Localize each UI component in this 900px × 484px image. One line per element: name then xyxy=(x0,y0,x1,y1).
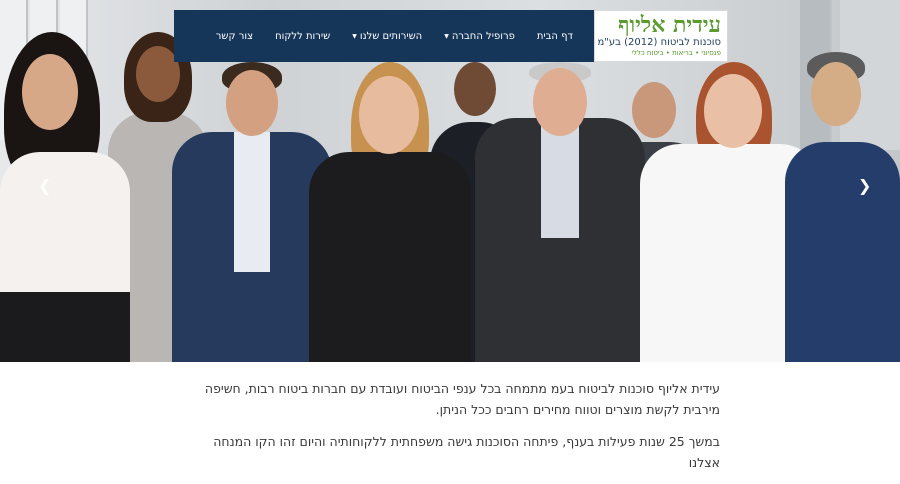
nav-item-label: צור קשר xyxy=(215,30,254,42)
person-front-4 xyxy=(475,62,645,362)
caret-down-icon: ▼ xyxy=(444,32,449,40)
caret-down-icon: ▼ xyxy=(352,32,357,40)
slider-prev-arrow[interactable]: ❮ xyxy=(38,176,51,195)
person-front-1 xyxy=(0,32,140,362)
slider-next-arrow[interactable]: ❯ xyxy=(858,176,871,195)
nav-item-label: פרופיל החברה xyxy=(451,30,515,42)
chevron-left-icon: ❮ xyxy=(38,176,52,195)
main-menu: דף הבית פרופיל החברה ▼ השירותים שלנו ▼ שיר… xyxy=(205,10,584,62)
nav-item-label: שירות ללקוח xyxy=(275,30,331,42)
about-paragraph-2: במשך 25 שנות פעילות בענף, פיתחה הסוכנות … xyxy=(213,434,720,470)
brand-logo[interactable]: עידית אליוף סוכנות לביטוח (2012) בע"מ פנ… xyxy=(594,10,728,62)
brand-name: עידית אליוף xyxy=(618,12,721,38)
brand-tagline: פנסיוני • בריאות • ביטוח כללי xyxy=(631,49,721,57)
nav-item-label: דף הבית xyxy=(536,30,573,42)
top-navbar: עידית אליוף סוכנות לביטוח (2012) בע"מ פנ… xyxy=(174,10,728,62)
nav-item-company-profile[interactable]: פרופיל החברה ▼ xyxy=(433,31,526,42)
about-paragraph-1: עידית אליוף סוכנות לביטוח בעמ מתמחה בכל … xyxy=(204,381,720,417)
chevron-right-icon: ❯ xyxy=(858,176,872,195)
person-front-3 xyxy=(295,62,485,362)
nav-item-services[interactable]: השירותים שלנו ▼ xyxy=(341,31,433,42)
nav-item-customer-service[interactable]: שירות ללקוח xyxy=(264,31,341,42)
brand-subtitle: סוכנות לביטוח (2012) בע"מ xyxy=(597,37,721,48)
nav-item-contact[interactable]: צור קשר xyxy=(205,31,264,42)
nav-item-home[interactable]: דף הבית xyxy=(526,31,584,42)
person-front-6 xyxy=(785,52,900,362)
nav-item-label: השירותים שלנו xyxy=(359,30,423,42)
about-content: עידית אליוף סוכנות לביטוח בעמ מתמחה בכל … xyxy=(180,378,720,484)
